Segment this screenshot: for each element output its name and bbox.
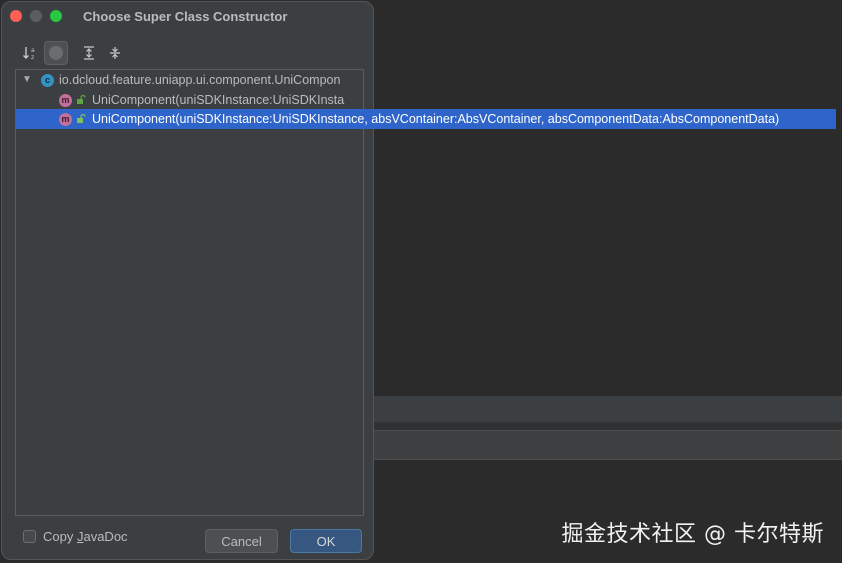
class-label: io.dcloud.feature.uniapp.ui.component.Un…	[59, 73, 341, 87]
chevron-down-icon[interactable]: ▼	[22, 74, 34, 86]
watermark: 掘金技术社区 @ 卡尔特斯	[561, 522, 824, 547]
dialog-title: Choose Super Class Constructor	[83, 9, 288, 24]
ide-panel-bar	[374, 430, 842, 460]
method-icon: m	[59, 93, 72, 107]
ide-panel-strip	[374, 396, 842, 422]
expand-all-icon[interactable]	[77, 41, 101, 65]
method-icon: m	[59, 112, 72, 126]
svg-text:z: z	[31, 54, 34, 61]
constructor-tree: ▼ c io.dcloud.feature.uniapp.ui.componen…	[15, 69, 836, 516]
svg-text:a: a	[31, 47, 35, 54]
copy-javadoc-label: Copy JavaDoc	[43, 529, 128, 544]
filter-icon[interactable]	[44, 41, 68, 65]
minimize-window-button[interactable]	[30, 10, 42, 22]
title-bar: Choose Super Class Constructor	[2, 2, 373, 30]
constructor-label: UniComponent(uniSDKInstance:UniSDKInstan…	[92, 112, 780, 126]
tree-node-constructor[interactable]: m UniComponent(uniSDKInstance:UniSDKInst…	[16, 90, 363, 110]
class-icon: c	[41, 73, 54, 87]
maximize-window-button[interactable]	[50, 10, 62, 22]
collapse-all-icon[interactable]	[103, 41, 127, 65]
sort-alphabetically-icon[interactable]: a z	[18, 41, 42, 65]
open-lock-icon	[77, 95, 86, 104]
choose-super-class-constructor-dialog: Choose Super Class Constructor a z ▼ c i…	[1, 1, 836, 560]
copy-javadoc-option[interactable]: Copy JavaDoc	[23, 529, 128, 544]
tree-node-class[interactable]: ▼ c io.dcloud.feature.uniapp.ui.componen…	[16, 70, 363, 90]
close-window-button[interactable]	[10, 10, 22, 22]
constructor-label: UniComponent(uniSDKInstance:UniSDKInsta	[92, 93, 345, 107]
ok-button[interactable]: OK	[290, 529, 362, 553]
tree-node-constructor-selected[interactable]: m UniComponent(uniSDKInstance:UniSDKInst…	[16, 109, 836, 129]
cancel-button[interactable]: Cancel	[205, 529, 278, 553]
open-lock-icon	[77, 114, 86, 123]
copy-javadoc-checkbox[interactable]	[23, 530, 36, 543]
ide-panel-divider	[374, 422, 842, 430]
